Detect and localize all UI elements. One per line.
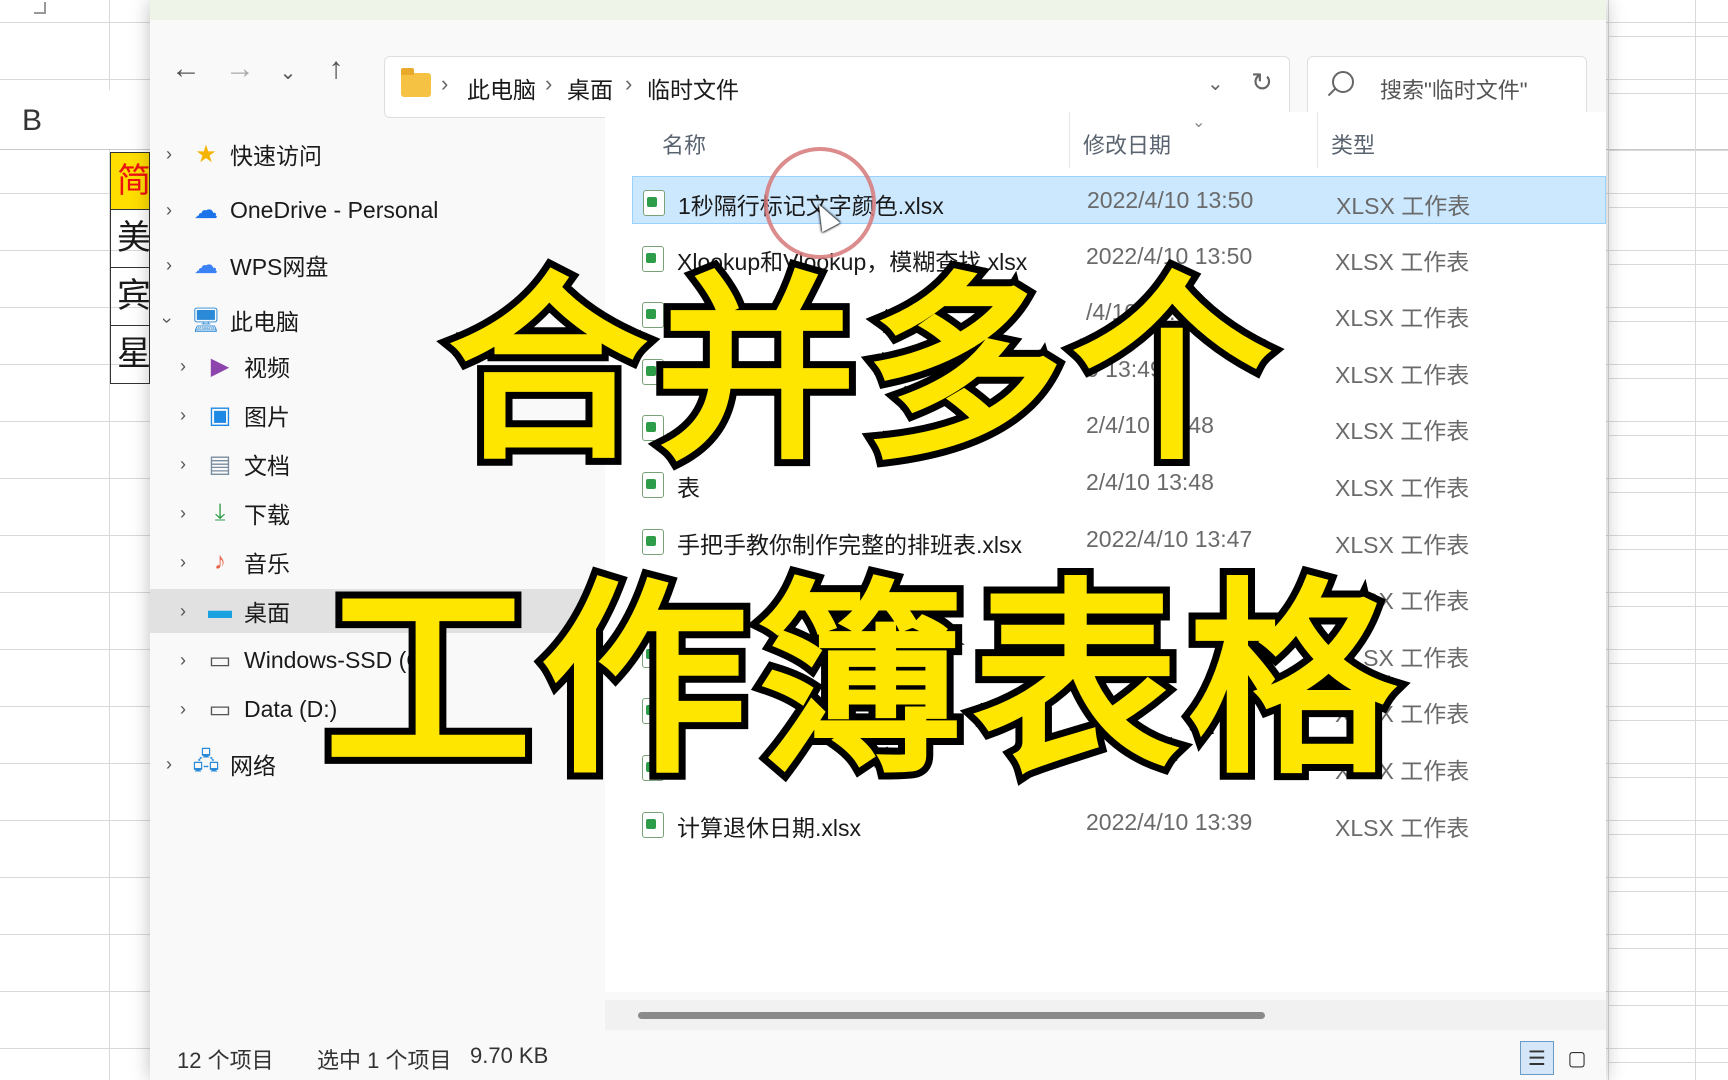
navigation-pane: › ★ 快速访问 › ☁ OneDrive - Personal › ☁ WPS… [150,112,600,992]
column-letter-b: B [22,104,43,137]
nav-item-quick-access[interactable]: › ★ 快速访问 [150,132,600,176]
file-type: XLSX 工作表 [1335,532,1470,558]
chevron-right-icon[interactable]: › [180,552,186,573]
star-icon: ★ [195,140,217,168]
column-divider[interactable] [1317,112,1318,168]
xlsx-file-icon [642,529,664,555]
address-bar[interactable]: › 此电脑 › 桌面 › 临时文件 ⌄ ↻ [384,56,1290,118]
navigation-toolbar: ← → ⌄ ↑ › 此电脑 › 桌面 › 临时文件 ⌄ ↻ 搜索"临时文件" [150,20,1606,118]
column-divider[interactable] [1069,112,1070,168]
folder-icon [401,68,431,97]
sheet-right-columns [1608,0,1728,1080]
refresh-icon[interactable]: ↻ [1251,67,1273,98]
address-dropdown-icon[interactable]: ⌄ [1207,71,1224,96]
breadcrumb-temp-folder[interactable]: 临时文件 [647,71,739,105]
file-row[interactable]: 计算退休日期.xlsx 2022/4/10 13:39 XLSX 工作表 [632,799,1606,847]
file-date: 2022/4/10 13:47 [1086,526,1253,552]
music-icon: ♪ [214,548,226,575]
scrollbar-thumb[interactable] [638,1012,1265,1019]
file-type: XLSX 工作表 [1335,475,1470,501]
nav-label: 下载 [244,502,290,528]
details-view-icon[interactable]: ☰ [1520,1041,1554,1075]
breadcrumb-separator-icon[interactable]: › [441,71,448,97]
forward-arrow-icon[interactable]: → [220,52,260,86]
chevron-right-icon[interactable]: › [166,200,172,221]
column-header-type[interactable]: 类型 [1331,128,1375,160]
selection-count: 选中 1 个项目 [317,1048,452,1073]
overlay-title-line-1: 合并多个 [441,255,1280,488]
cloud-icon: ☁ [194,196,218,224]
download-icon: ⤓ [214,499,226,526]
file-type: XLSX 工作表 [1336,193,1471,219]
file-name: 手把手教你制作完整的排班表.xlsx [677,532,1022,558]
chevron-right-icon[interactable]: › [166,144,172,165]
column-header-date[interactable]: 修改日期 [1083,128,1171,160]
breadcrumb-separator-icon[interactable]: › [625,71,632,97]
title-bar[interactable] [150,0,1606,20]
sheet-column-a [0,0,110,1080]
file-name: 计算退休日期.xlsx [677,815,861,841]
xlsx-file-icon [642,812,664,838]
file-date: 2022/4/10 13:39 [1086,809,1253,835]
overlay-title-line-2: 工作簿表格 [317,561,1404,803]
selection-size: 9.70 KB [470,1043,549,1068]
up-arrow-icon[interactable]: ↑ [316,52,356,86]
sort-chevron-icon: ⌄ [1192,114,1206,131]
nav-label: OneDrive - Personal [230,196,439,223]
search-icon [1332,71,1354,93]
sheet-cell[interactable]: 美 [110,210,150,268]
xlsx-file-icon [643,190,665,216]
status-bar: 12 个项目 选中 1 个项目 9.70 KB ☰ ▢ [150,1035,1606,1080]
item-count: 12 个项目 [177,1048,274,1073]
recent-chevron-down-icon[interactable]: ⌄ [268,60,308,85]
file-row[interactable]: 手把手教你制作完整的排班表.xlsx 2022/4/10 13:47 XLSX 工作… [632,516,1606,564]
nav-item-onedrive[interactable]: › ☁ OneDrive - Personal [150,188,600,232]
nav-item-downloads[interactable]: › ⤓ 下载 [150,491,600,535]
breadcrumb-this-pc[interactable]: 此电脑 [467,71,536,105]
sheet-corner [34,2,46,14]
search-placeholder: 搜索"临时文件" [1380,78,1528,103]
file-type: XLSX 工作表 [1335,815,1470,841]
horizontal-scrollbar[interactable] [605,1000,1606,1030]
nav-label: 快速访问 [230,143,322,169]
back-arrow-icon[interactable]: ← [166,52,206,86]
breadcrumb-desktop[interactable]: 桌面 [567,71,613,105]
large-icons-view-icon[interactable]: ▢ [1560,1041,1594,1075]
breadcrumb-separator-icon[interactable]: › [545,71,552,97]
nav-label: 音乐 [244,551,290,577]
chevron-right-icon[interactable]: › [180,503,186,524]
sheet-cell[interactable]: 简 [110,152,150,210]
file-date: 2022/4/10 13:50 [1087,187,1254,213]
column-header-name[interactable]: 名称 [662,128,706,160]
search-box[interactable]: 搜索"临时文件" [1307,56,1587,118]
